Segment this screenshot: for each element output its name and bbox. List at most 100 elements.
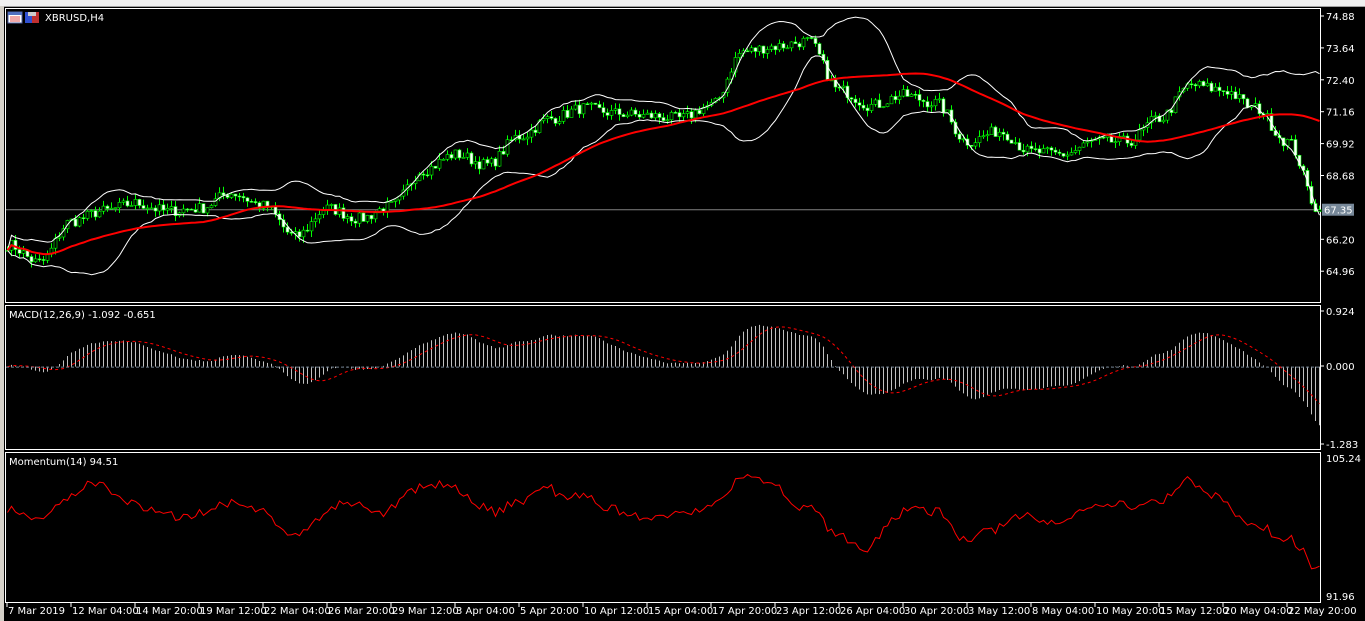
candle-body bbox=[253, 201, 258, 203]
candle-body bbox=[929, 105, 934, 108]
candle-body bbox=[1193, 84, 1198, 87]
candle-body bbox=[121, 200, 126, 203]
candle-body bbox=[989, 126, 994, 135]
x-tick-label: 3 May 12:00 bbox=[968, 606, 1030, 617]
candle-body bbox=[753, 47, 758, 52]
x-tick-label: 26 Apr 04:00 bbox=[840, 606, 905, 617]
candle-body bbox=[329, 204, 334, 206]
candle-body bbox=[765, 49, 770, 54]
macd-y-tick-label: -1.283 bbox=[1326, 440, 1358, 451]
x-tick-label: 5 Apr 20:00 bbox=[520, 606, 579, 617]
candle-body bbox=[609, 110, 614, 116]
candle-body bbox=[433, 165, 438, 169]
candle-body bbox=[317, 214, 322, 220]
candle-body bbox=[1213, 86, 1218, 92]
candle-body bbox=[221, 192, 226, 196]
candle-body bbox=[41, 259, 46, 261]
candle-body bbox=[805, 37, 810, 39]
candle-body bbox=[557, 121, 562, 124]
candle-body bbox=[425, 174, 430, 177]
candle-body bbox=[93, 210, 98, 218]
candle-body bbox=[1209, 82, 1214, 92]
candle-body bbox=[81, 217, 86, 219]
candle-body bbox=[861, 104, 866, 109]
candle-body bbox=[1005, 133, 1010, 141]
candle-body bbox=[657, 113, 662, 118]
candle-body bbox=[925, 101, 930, 108]
candle-body bbox=[189, 208, 194, 211]
candle-body bbox=[197, 203, 202, 213]
candle-body bbox=[129, 205, 134, 207]
macd-title: MACD(12,26,9) -1.092 -0.651 bbox=[9, 310, 156, 321]
candle-body bbox=[689, 111, 694, 119]
y-tick-label: 66.20 bbox=[1326, 235, 1355, 246]
candle-body bbox=[561, 110, 566, 122]
candle-body bbox=[773, 45, 778, 51]
candle-body bbox=[1029, 145, 1034, 149]
candle-body bbox=[169, 206, 174, 209]
candle-body bbox=[801, 37, 806, 48]
candle-body bbox=[785, 47, 790, 50]
x-tick-label: 23 Apr 12:00 bbox=[776, 606, 841, 617]
candle-body bbox=[933, 99, 938, 107]
candle-body bbox=[37, 258, 42, 261]
candle-body bbox=[553, 118, 558, 124]
candle-body bbox=[841, 85, 846, 88]
candle-body bbox=[229, 193, 234, 198]
candle-body bbox=[1045, 147, 1050, 150]
candle-body bbox=[1217, 86, 1222, 91]
candle-body bbox=[585, 103, 590, 105]
candle-body bbox=[789, 41, 794, 49]
candle-body bbox=[525, 136, 530, 140]
candle-body bbox=[885, 103, 890, 107]
candle-body bbox=[437, 159, 442, 169]
candle-body bbox=[1153, 115, 1158, 118]
chart-canvas[interactable]: 74.88 73.64 72.40 71.16 69.92 68.68 66.20 64.96… bbox=[0, 0, 1365, 621]
candle-body bbox=[385, 201, 390, 213]
candle-body bbox=[1245, 98, 1250, 108]
candle-body bbox=[1073, 150, 1078, 153]
candle-body bbox=[869, 104, 874, 111]
candle-body bbox=[573, 104, 578, 110]
candle-body bbox=[1137, 129, 1142, 141]
y-tick-label: 71.16 bbox=[1326, 108, 1355, 119]
candle-body bbox=[781, 43, 786, 49]
candle-body bbox=[937, 98, 942, 101]
x-tick-label: 17 Apr 20:00 bbox=[712, 606, 777, 617]
candle-body bbox=[853, 98, 858, 103]
x-tick-label: 15 Apr 04:00 bbox=[648, 606, 713, 617]
candle-body bbox=[1189, 83, 1194, 86]
candle-body bbox=[641, 114, 646, 118]
candle-body bbox=[449, 154, 454, 159]
macd-series bbox=[7, 324, 1320, 426]
price-pane bbox=[5, 8, 1321, 303]
x-tick-label: 10 May 20:00 bbox=[1096, 606, 1165, 617]
y-tick-label: 74.88 bbox=[1326, 12, 1355, 23]
candle-body bbox=[101, 205, 106, 212]
candle-body bbox=[77, 217, 82, 227]
candle-body bbox=[757, 45, 762, 52]
candle-body bbox=[205, 207, 210, 214]
candle-body bbox=[273, 205, 278, 215]
candle-body bbox=[1077, 146, 1082, 151]
candle-body bbox=[201, 203, 206, 214]
candle-body bbox=[749, 47, 754, 52]
candle-body bbox=[477, 161, 482, 170]
candle-body bbox=[1033, 148, 1038, 150]
candle-body bbox=[685, 111, 690, 114]
candle-body bbox=[889, 96, 894, 105]
x-tick-label: 12 Mar 04:00 bbox=[72, 606, 139, 617]
candle-body bbox=[1253, 103, 1258, 106]
candle-body bbox=[809, 37, 814, 39]
candle-body bbox=[1049, 147, 1054, 151]
candle-body bbox=[917, 94, 922, 101]
candle-body bbox=[165, 208, 170, 211]
candle-body bbox=[1129, 142, 1134, 146]
candle-body bbox=[1009, 139, 1014, 144]
candle-body bbox=[1101, 136, 1106, 139]
candle-body bbox=[313, 218, 318, 222]
candle-body bbox=[905, 89, 910, 97]
candle-body bbox=[893, 96, 898, 101]
candle-body bbox=[441, 158, 446, 161]
candle-body bbox=[1161, 119, 1166, 123]
